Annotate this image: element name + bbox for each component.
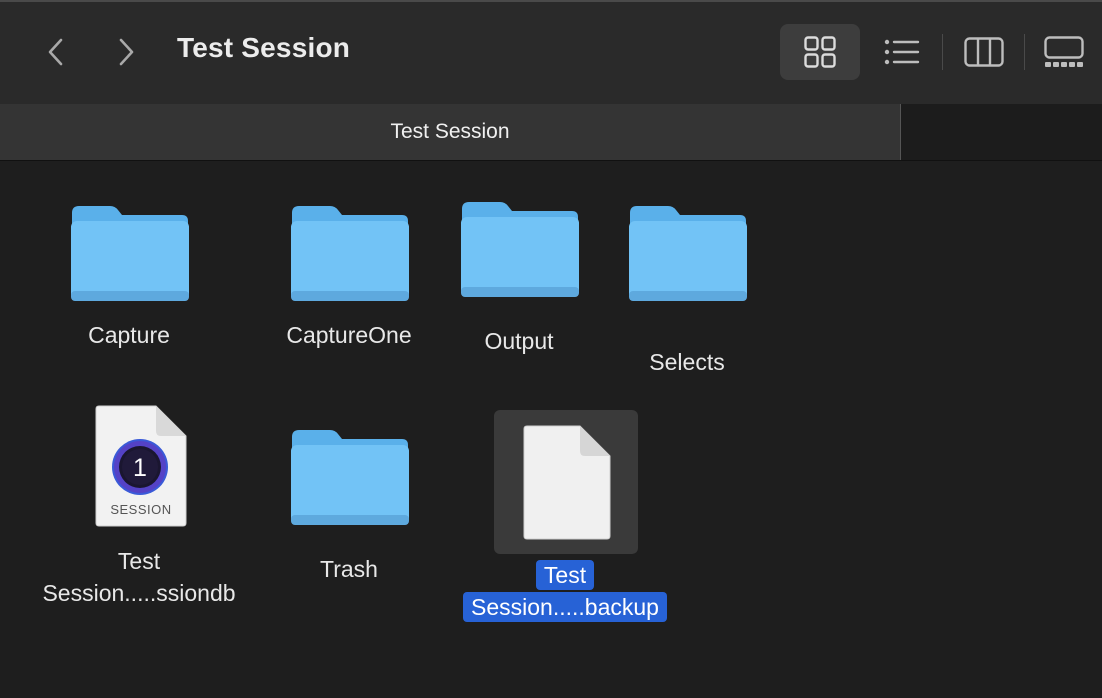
item-label-line: Session.....ssiondb <box>42 580 236 606</box>
backup-file-item[interactable]: Test Session.....backup <box>450 409 680 629</box>
icon-view-button[interactable] <box>780 24 860 80</box>
columns-icon <box>964 37 1004 67</box>
item-label-line: Test <box>535 560 595 590</box>
grid-icon <box>804 36 836 68</box>
folder-icon <box>291 206 409 301</box>
folder-item-selects[interactable]: Selects <box>598 195 776 375</box>
folder-item-trash[interactable]: Trash <box>260 419 438 589</box>
selected-item-label: Test Session.....backup <box>450 559 680 623</box>
list-icon <box>884 39 920 65</box>
folder-item-capture[interactable]: Capture <box>40 195 218 365</box>
icon-view-content: Capture CaptureOne Output Selects 1 SESS… <box>0 161 1102 698</box>
column-view-button[interactable] <box>944 24 1024 80</box>
session-logo-text: 1 <box>133 454 147 482</box>
window-top-edge <box>0 0 1102 2</box>
folder-item-output[interactable]: Output <box>430 191 608 361</box>
folder-icon <box>291 430 409 525</box>
chevron-left-icon <box>48 38 63 66</box>
folder-icon <box>629 206 747 301</box>
item-label: CaptureOne <box>286 322 412 348</box>
capture-one-session-icon: 1 SESSION <box>95 405 187 527</box>
gallery-view-button[interactable] <box>1026 24 1102 80</box>
document-icon <box>523 425 611 540</box>
folder-item-captureone[interactable]: CaptureOne <box>260 195 438 365</box>
tab-bar: Test Session <box>0 104 1102 160</box>
item-label: Selects <box>649 349 725 375</box>
window-title: Test Session <box>177 32 351 63</box>
session-file-item[interactable]: 1 SESSION Test Session.....ssiondb <box>30 401 248 611</box>
item-label: Trash <box>320 556 378 582</box>
item-label-line: Session.....backup <box>463 592 667 622</box>
toolbar-divider <box>942 34 943 70</box>
item-label: Output <box>484 328 554 354</box>
chevron-right-icon <box>119 38 134 66</box>
tab-label: Test Session <box>390 120 510 143</box>
toolbar: Test Session <box>0 0 1102 104</box>
list-view-button[interactable] <box>862 24 942 80</box>
item-label-line: Test <box>117 548 161 574</box>
toolbar-divider <box>1024 34 1025 70</box>
tab-test-session[interactable]: Test Session <box>0 104 901 160</box>
folder-icon <box>71 206 189 301</box>
item-label: Test Session.....ssiondb <box>30 545 248 609</box>
back-button[interactable] <box>36 30 76 74</box>
session-badge: SESSION <box>110 502 171 517</box>
forward-button[interactable] <box>106 30 146 74</box>
folder-icon <box>461 202 579 297</box>
gallery-icon <box>1044 36 1084 67</box>
item-label: Capture <box>88 322 170 348</box>
